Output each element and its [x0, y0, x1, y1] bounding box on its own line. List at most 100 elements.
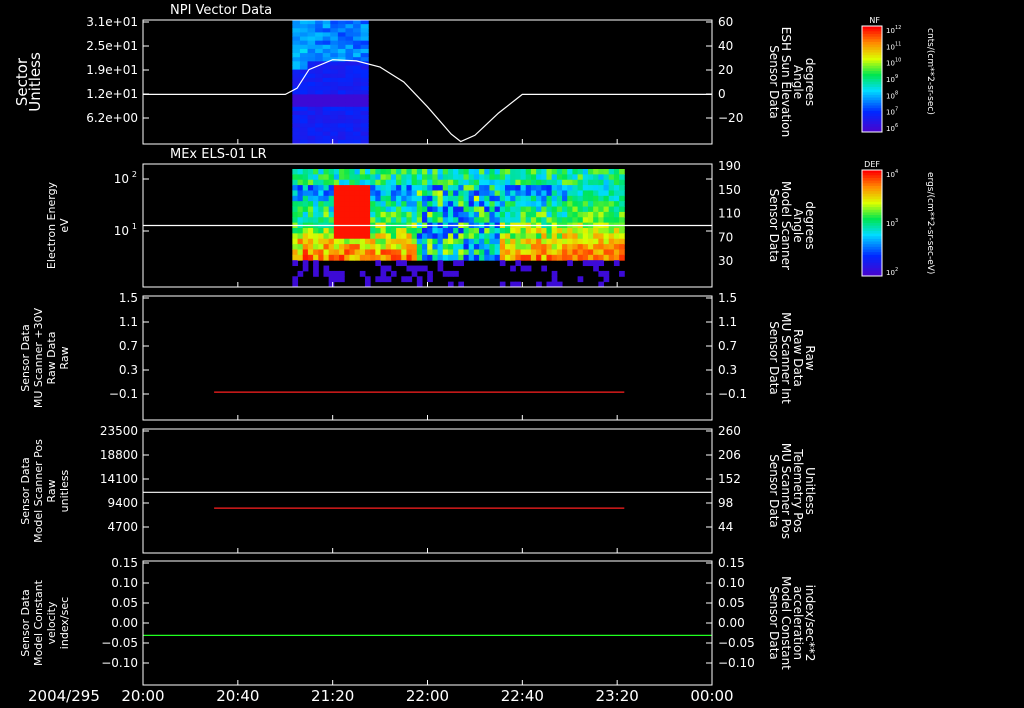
spectrogram-cell — [447, 254, 454, 261]
spectrogram-cell — [556, 233, 563, 240]
spectrogram-cell — [322, 73, 331, 79]
spectrogram-cell — [499, 195, 506, 202]
spectrogram-cell — [385, 211, 392, 218]
spectrogram-cell — [515, 260, 522, 267]
spectrogram-cell — [318, 206, 324, 213]
spectrogram-cell — [567, 190, 573, 197]
spectrogram-cell — [551, 179, 558, 186]
spectrogram-cell — [494, 238, 501, 245]
spectrogram-cell — [322, 90, 331, 95]
panel-title: NPI Vector Data — [170, 3, 272, 18]
spectrogram-cell — [349, 179, 356, 186]
spectrogram-cell — [364, 174, 371, 181]
spectrogram-cell — [396, 201, 402, 208]
spectrogram-cell — [593, 238, 599, 245]
spectrogram-cell — [473, 179, 480, 186]
spectrogram-cell — [489, 228, 496, 234]
spectrogram-cell — [313, 201, 319, 208]
spectrogram-cell — [411, 211, 418, 218]
spectrogram-cell — [315, 24, 324, 29]
spectrogram-cell — [556, 249, 563, 256]
spectrogram-cell — [401, 206, 407, 213]
spectrogram-cell — [520, 179, 527, 186]
spectrogram-cell — [353, 36, 362, 42]
spectrogram-cell — [375, 254, 382, 261]
spectrogram-cell — [494, 190, 501, 197]
colorbar-tick-exponent: 10 — [895, 58, 901, 64]
spectrogram-cell — [432, 206, 439, 213]
spectrogram-cell — [307, 24, 316, 29]
spectrogram-cell — [587, 244, 594, 250]
spectrogram-cell — [619, 195, 625, 202]
spectrogram-cell — [330, 40, 339, 46]
colorbar-unit: ergs/(cm**2-sr-sec-eV) — [925, 172, 935, 274]
y-axis-label: velocity — [45, 601, 58, 644]
spectrogram-cell — [313, 254, 319, 261]
spectrogram-cell — [603, 233, 610, 240]
spectrogram-cell — [318, 169, 324, 175]
spectrogram-cell — [447, 270, 454, 277]
spectrogram-cell — [463, 195, 470, 202]
spectrogram-cell — [380, 185, 387, 191]
spectrogram-cell — [380, 195, 387, 202]
spectrogram-cell — [530, 201, 537, 208]
spectrogram-cell — [572, 190, 579, 197]
spectrogram-cell — [345, 102, 354, 108]
spectrogram-cell — [598, 206, 605, 213]
spectrogram-cell — [442, 174, 449, 181]
spectrogram-cell — [458, 206, 465, 213]
spectrogram-cell — [427, 249, 433, 256]
spectrogram-cell — [577, 254, 584, 261]
spectrogram-cell — [567, 174, 573, 181]
spectrogram-cell — [307, 86, 316, 91]
spectrogram-cell — [315, 36, 324, 42]
spectrogram-cell — [364, 249, 371, 256]
spectrogram-cell — [598, 201, 605, 208]
spectrogram-cell — [582, 249, 589, 256]
spectrogram-cell — [292, 195, 299, 202]
spectrogram-cell — [458, 211, 465, 218]
spectrogram-cell — [577, 276, 584, 283]
spectrogram-cell — [546, 211, 553, 218]
spectrogram-cell — [422, 179, 428, 186]
spectrogram-cell — [307, 244, 314, 250]
y-tick-label: 14100 — [100, 472, 138, 486]
y2-axis-label: acceleration — [791, 586, 805, 660]
spectrogram-cell — [515, 211, 522, 218]
spectrogram-cell — [333, 228, 340, 234]
spectrogram-cell — [345, 40, 354, 46]
spectrogram-cell — [313, 238, 319, 245]
y2-axis-label: MU Scanner Pos — [779, 443, 793, 539]
spectrogram-cell — [587, 179, 594, 186]
spectrogram-cell — [551, 276, 558, 283]
spectrogram-cell — [447, 201, 454, 208]
spectrogram-cell — [510, 217, 516, 224]
spectrogram-cell — [577, 238, 584, 245]
spectrogram-cell — [515, 254, 522, 261]
spectrogram-cell — [520, 211, 527, 218]
spectrogram-cell — [499, 174, 506, 181]
spectrogram-cell — [292, 65, 301, 71]
spectrogram-cell — [447, 169, 454, 175]
spectrogram-cell — [345, 48, 354, 54]
spectrogram-cell — [562, 244, 568, 250]
spectrogram-cell — [494, 228, 501, 234]
spectrogram-cell — [307, 135, 316, 141]
spectrogram-cell — [318, 238, 324, 245]
spectrogram-cell — [353, 28, 362, 33]
spectrogram-cell — [292, 119, 301, 124]
spectrogram-cell — [396, 238, 402, 245]
spectrogram-cell — [453, 217, 459, 224]
spectrogram-cell — [541, 190, 547, 197]
spectrogram-cell — [463, 228, 470, 234]
spectrogram-cell — [598, 254, 605, 261]
spectrogram-cell — [458, 233, 465, 240]
spectrogram-cell — [360, 20, 369, 25]
spectrogram-cell — [322, 115, 331, 120]
spectrogram-cell — [345, 82, 354, 87]
spectrogram-cell — [582, 179, 589, 186]
spectrogram-cell — [494, 179, 501, 186]
spectrogram-cell — [401, 244, 407, 250]
spectrogram-cell — [353, 102, 362, 108]
spectrogram-cell — [353, 32, 362, 38]
